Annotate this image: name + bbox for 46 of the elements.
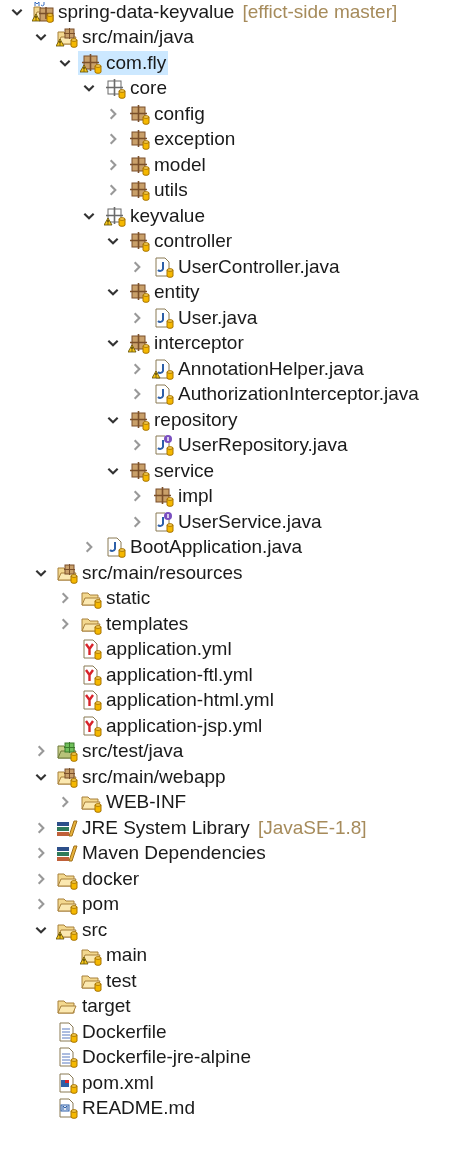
tree-item[interactable]: README.md: [54, 1096, 197, 1121]
tree-item[interactable]: pom.xml: [54, 1070, 156, 1095]
tree-item[interactable]: keyvalue: [102, 203, 207, 228]
tree-item[interactable]: model: [126, 152, 208, 177]
tree-item[interactable]: core: [102, 76, 169, 101]
tree-item[interactable]: JRE System Library: [54, 815, 252, 840]
tree-item[interactable]: static: [78, 586, 153, 611]
decoration-text: [JavaSE-1.8]: [257, 816, 367, 839]
tree-item[interactable]: com.fly: [78, 50, 169, 75]
tree-item[interactable]: pom: [54, 892, 121, 917]
tree-item[interactable]: Maven Dependencies: [54, 841, 268, 866]
tree-item[interactable]: src/main/webapp: [54, 764, 228, 789]
tree-item[interactable]: service: [126, 458, 217, 483]
tree-item[interactable]: BootApplication.java: [102, 535, 305, 560]
tree-item[interactable]: WEB-INF: [78, 790, 189, 815]
tree-item[interactable]: repository: [126, 407, 240, 432]
tree-item[interactable]: src/test/java: [54, 739, 186, 764]
tree-item[interactable]: application.yml: [78, 637, 234, 662]
tree-item[interactable]: exception: [126, 127, 238, 152]
tree-item[interactable]: templates: [78, 611, 191, 636]
tree-item[interactable]: controller: [126, 229, 235, 254]
tree-item[interactable]: User.java: [150, 305, 260, 330]
tree-item[interactable]: src: [54, 917, 110, 942]
tree-item[interactable]: src/main/resources: [54, 560, 245, 585]
tree-item[interactable]: test: [78, 968, 139, 993]
tree-item[interactable]: src/main/java: [54, 25, 196, 50]
tree-item[interactable]: application-jsp.yml: [78, 713, 265, 738]
tree-item[interactable]: Dockerfile-jre-alpine: [54, 1045, 253, 1070]
tree-item[interactable]: utils: [126, 178, 190, 203]
tree-item[interactable]: AnnotationHelper.java: [150, 356, 366, 381]
tree-item[interactable]: AuthorizationInterceptor.java: [150, 382, 421, 407]
tree-item[interactable]: entity: [126, 280, 202, 305]
tree-item[interactable]: Dockerfile: [54, 1019, 169, 1044]
tree-item[interactable]: docker: [54, 866, 142, 891]
tree-item[interactable]: impl: [150, 484, 215, 509]
tree-item[interactable]: spring-data-keyvalue: [30, 0, 237, 24]
decoration-text: [effict-side master]: [242, 0, 398, 23]
tree-item[interactable]: application-ftl.yml: [78, 662, 255, 687]
tree-item[interactable]: interceptor: [126, 331, 246, 356]
tree-item[interactable]: UserRepository.java: [150, 433, 350, 458]
tree-item[interactable]: target: [54, 994, 133, 1019]
tree-item[interactable]: UserService.java: [150, 509, 324, 534]
tree-item[interactable]: config: [126, 101, 207, 126]
tree-item[interactable]: UserController.java: [150, 254, 342, 279]
tree-item[interactable]: main: [78, 943, 150, 968]
tree-item[interactable]: application-html.yml: [78, 688, 276, 713]
